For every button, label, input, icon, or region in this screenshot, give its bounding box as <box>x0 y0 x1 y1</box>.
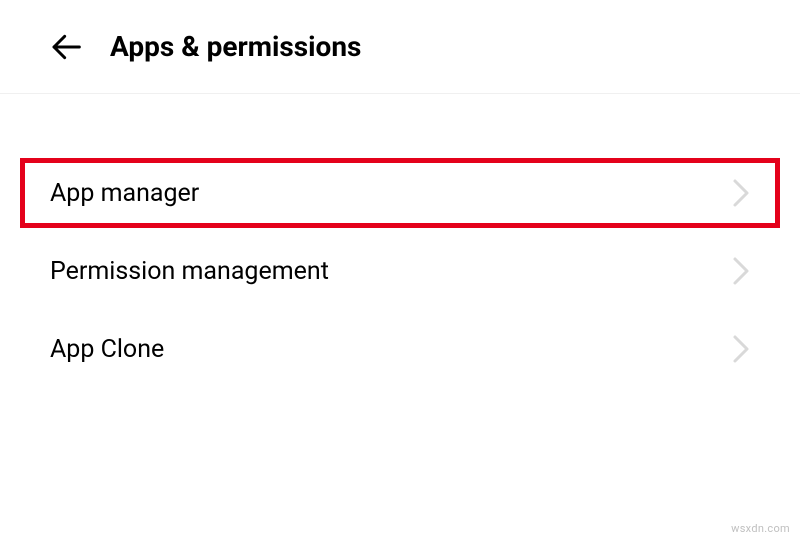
watermark: wsxdn.com <box>731 522 790 535</box>
menu-item-label: App Clone <box>50 335 164 364</box>
chevron-right-icon <box>732 178 750 208</box>
menu-item-label: Permission management <box>50 257 329 286</box>
menu-item-app-manager[interactable]: App manager <box>0 154 800 232</box>
menu-item-permission-management[interactable]: Permission management <box>0 232 800 310</box>
page-title: Apps & permissions <box>110 30 361 63</box>
back-icon[interactable] <box>50 31 82 63</box>
menu-item-app-clone[interactable]: App Clone <box>0 310 800 388</box>
chevron-right-icon <box>732 334 750 364</box>
menu-item-label: App manager <box>50 179 199 208</box>
menu-list: App manager Permission management App Cl… <box>0 94 800 388</box>
chevron-right-icon <box>732 256 750 286</box>
header: Apps & permissions <box>0 0 800 94</box>
